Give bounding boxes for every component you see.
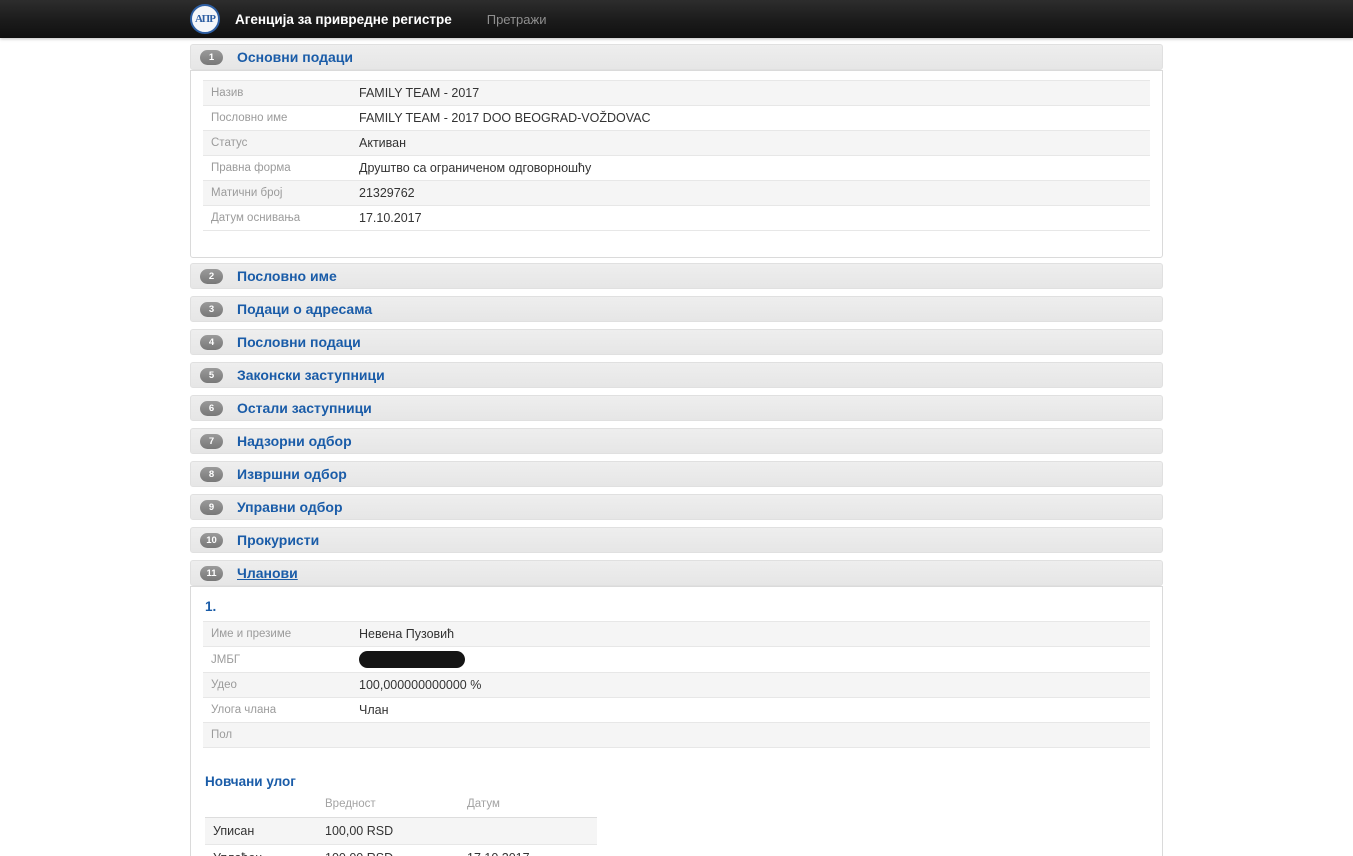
row-date: 17.10.2017 — [459, 845, 597, 856]
row-value: Невена Пузовић — [351, 622, 1150, 647]
row-date — [459, 818, 597, 845]
section-number-badge: 11 — [200, 566, 223, 581]
basic-data-table: Назив FAMILY TEAM - 2017 Пословно име FA… — [203, 80, 1150, 231]
nav-item-search[interactable]: Претражи — [487, 12, 547, 27]
section-header-executive-board[interactable]: 8 Извршни одбор — [190, 461, 1163, 487]
row-value: Друштво са ограниченом одговорношћу — [351, 156, 1150, 181]
row-value — [351, 723, 1150, 748]
section-number-badge: 6 — [200, 401, 223, 416]
basic-data-panel: Назив FAMILY TEAM - 2017 Пословно име FA… — [190, 70, 1163, 258]
section-title: Остали заступници — [237, 400, 372, 416]
table-row: ЈМБГ — [203, 647, 1150, 673]
row-value: Члан — [351, 698, 1150, 723]
table-row: Уписан 100,00 RSD — [205, 818, 597, 845]
header-inner: АПР Агенција за привредне регистре Претр… — [190, 4, 1163, 34]
section-number-badge: 9 — [200, 500, 223, 515]
row-value: 100,00 RSD — [317, 845, 459, 856]
section-header-business-data[interactable]: 4 Пословни подаци — [190, 329, 1163, 355]
section-header-addresses[interactable]: 3 Подаци о адресама — [190, 296, 1163, 322]
section-number-badge: 2 — [200, 269, 223, 284]
row-label: Удео — [203, 673, 351, 698]
table-row: Пол — [203, 723, 1150, 748]
row-label: ЈМБГ — [203, 647, 351, 673]
table-header-row: Вредност Датум — [205, 793, 597, 818]
section-number-badge: 4 — [200, 335, 223, 350]
row-value: FAMILY TEAM - 2017 — [351, 81, 1150, 106]
row-label: Назив — [203, 81, 351, 106]
table-row: Правна форма Друштво са ограниченом одго… — [203, 156, 1150, 181]
row-label: Име и презиме — [203, 622, 351, 647]
section-title: Подаци о адресама — [237, 301, 372, 317]
table-row: Пословно име FAMILY TEAM - 2017 DOO BEOG… — [203, 106, 1150, 131]
row-label: Пол — [203, 723, 351, 748]
section-title: Извршни одбор — [237, 466, 347, 482]
monetary-table: Вредност Датум Уписан 100,00 RSD Уплаћен… — [205, 793, 597, 856]
row-value: Активан — [351, 131, 1150, 156]
row-label: Улога члана — [203, 698, 351, 723]
apr-logo-monogram: АПР — [195, 13, 215, 25]
app-title: Агенција за привредне регистре — [235, 12, 452, 27]
row-value: 17.10.2017 — [351, 206, 1150, 231]
table-row: Статус Активан — [203, 131, 1150, 156]
section-header-basic-data[interactable]: 1 Основни подаци — [190, 44, 1163, 70]
apr-logo[interactable]: АПР — [190, 4, 220, 34]
col-header-date: Датум — [459, 793, 597, 818]
section-title: Прокуристи — [237, 532, 319, 548]
row-value: 100,000000000000 % — [351, 673, 1150, 698]
section-title: Чланови — [237, 565, 298, 581]
section-title: Управни одбор — [237, 499, 343, 515]
row-label: Уписан — [205, 818, 317, 845]
section-number-badge: 1 — [200, 50, 223, 65]
section-title: Законски заступници — [237, 367, 385, 383]
section-number-badge: 10 — [200, 533, 223, 548]
table-row: Уплаћен 100,00 RSD 17.10.2017 — [205, 845, 597, 856]
row-label: Уплаћен — [205, 845, 317, 856]
table-row: Матични број 21329762 — [203, 181, 1150, 206]
table-row: Удео 100,000000000000 % — [203, 673, 1150, 698]
section-title: Пословни подаци — [237, 334, 361, 350]
jmbg-redacted-box — [359, 651, 465, 668]
section-number-badge: 7 — [200, 434, 223, 449]
row-label: Датум оснивања — [203, 206, 351, 231]
member-table: Име и презиме Невена Пузовић ЈМБГ Удео 1… — [203, 621, 1150, 748]
col-header-value: Вредност — [317, 793, 459, 818]
section-number-badge: 8 — [200, 467, 223, 482]
content-container: 1 Основни подаци Назив FAMILY TEAM - 201… — [190, 44, 1163, 856]
col-header-empty — [205, 793, 317, 818]
monetary-contribution-heading: Новчани улог — [205, 774, 1150, 789]
table-row: Назив FAMILY TEAM - 2017 — [203, 81, 1150, 106]
row-value: 21329762 — [351, 181, 1150, 206]
row-value: 100,00 RSD — [317, 818, 459, 845]
section-header-procurators[interactable]: 10 Прокуристи — [190, 527, 1163, 553]
table-row: Име и презиме Невена Пузовић — [203, 622, 1150, 647]
section-header-legal-representatives[interactable]: 5 Законски заступници — [190, 362, 1163, 388]
section-header-members[interactable]: 11 Чланови — [190, 560, 1163, 586]
row-label: Статус — [203, 131, 351, 156]
members-panel: 1. Име и презиме Невена Пузовић ЈМБГ Уде… — [190, 586, 1163, 856]
row-value: FAMILY TEAM - 2017 DOO BEOGRAD-VOŽDOVAC — [351, 106, 1150, 131]
section-header-business-name[interactable]: 2 Пословно име — [190, 263, 1163, 289]
table-row: Датум оснивања 17.10.2017 — [203, 206, 1150, 231]
row-label: Пословно име — [203, 106, 351, 131]
row-label: Правна форма — [203, 156, 351, 181]
member-index: 1. — [205, 599, 1150, 614]
table-row: Улога члана Члан — [203, 698, 1150, 723]
section-header-other-representatives[interactable]: 6 Остали заступници — [190, 395, 1163, 421]
section-header-supervisory-board[interactable]: 7 Надзорни одбор — [190, 428, 1163, 454]
section-title: Надзорни одбор — [237, 433, 352, 449]
section-title: Основни подаци — [237, 49, 353, 65]
section-title: Пословно име — [237, 268, 337, 284]
section-number-badge: 5 — [200, 368, 223, 383]
row-value — [351, 647, 1150, 673]
section-header-management-board[interactable]: 9 Управни одбор — [190, 494, 1163, 520]
section-number-badge: 3 — [200, 302, 223, 317]
row-label: Матични број — [203, 181, 351, 206]
top-header: АПР Агенција за привредне регистре Претр… — [0, 0, 1353, 38]
